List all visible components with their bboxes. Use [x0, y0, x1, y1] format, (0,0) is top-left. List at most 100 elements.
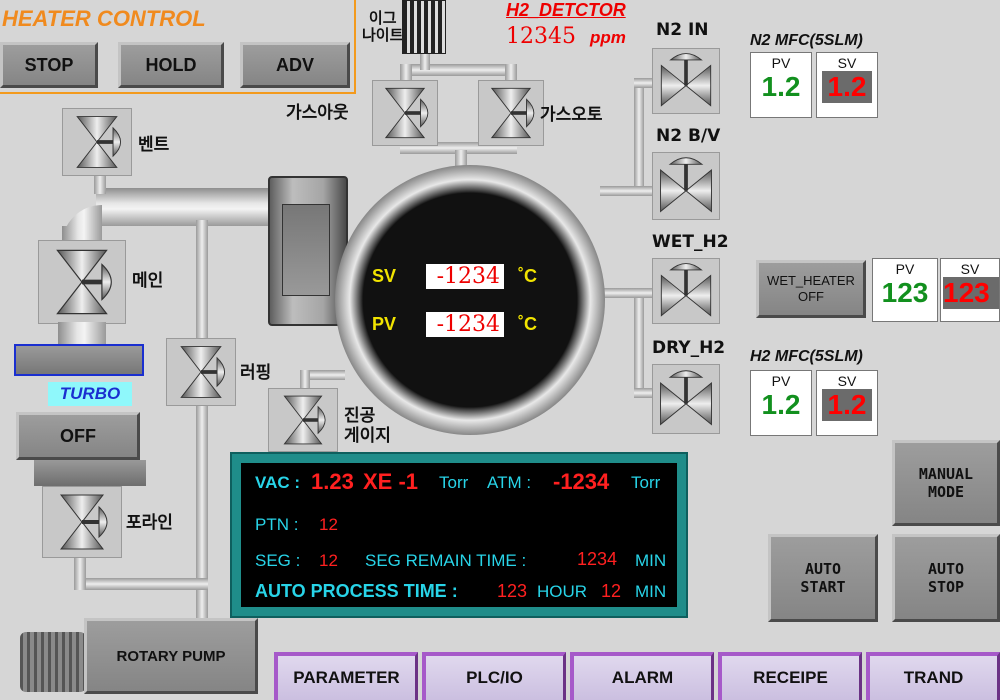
h2-detector-title: H2_DETCTOR: [506, 0, 626, 20]
valve-icon: [39, 241, 125, 323]
right-pipe-n2in: [634, 78, 654, 88]
foreline-valve[interactable]: [42, 486, 122, 558]
seg-remain-unit: MIN: [635, 551, 667, 570]
roughing-valve[interactable]: [166, 338, 236, 406]
h2-mfc-pv-value: 1.2: [761, 389, 801, 420]
status-panel: VAC : 1.23 XE -1 Torr ATM : -1234 Torr P…: [230, 452, 688, 618]
auto-min-value: 12: [601, 581, 622, 601]
nav-parameter[interactable]: PARAMETER: [274, 652, 418, 700]
turbo-label: TURBO: [48, 382, 132, 406]
igniter-icon: [402, 0, 446, 54]
valve-icon: [653, 259, 719, 323]
n2-mfc-sv-box[interactable]: SV 1.2: [816, 52, 878, 118]
auto-hour-value: 123: [497, 581, 528, 601]
h2-mfc-sv-box[interactable]: SV 1.2: [816, 370, 878, 436]
h2-mfc-title: H2 MFC(5SLM): [750, 348, 863, 365]
vac-exponent: XE -1: [363, 469, 419, 494]
nav-plc-io[interactable]: PLC/IO: [422, 652, 566, 700]
process-chamber: [335, 165, 605, 435]
seg-remain-value: 1234: [577, 549, 618, 569]
nav-trand[interactable]: TRAND: [866, 652, 1000, 700]
chamber-pv-label: PV: [372, 314, 397, 334]
chamber-sv-label: SV: [372, 266, 397, 286]
heater-control-title: HEATER CONTROL: [2, 6, 206, 31]
h2-mfc-sv-value[interactable]: 1.2: [822, 389, 872, 421]
vacuum-gauge-valve[interactable]: [268, 388, 338, 452]
turbo-off-button[interactable]: OFF: [16, 412, 140, 460]
chamber-sv-unit: ˚C: [518, 266, 537, 286]
wet-heater-sv-value[interactable]: 123: [943, 277, 999, 309]
auto-min-unit: MIN: [635, 582, 667, 601]
vent-label: 벤트: [138, 135, 170, 155]
n2-mfc-pv-box: PV 1.2: [750, 52, 812, 118]
wet-heater-sv-box[interactable]: SV 123: [940, 258, 1000, 322]
atm-unit: Torr: [631, 473, 661, 492]
roughing-pipe: [196, 220, 208, 600]
chamber-port-window: [282, 204, 330, 296]
valve-icon: [479, 81, 543, 145]
wet-heater-pv-value: 123: [881, 277, 929, 308]
h2-detector-value: 12345: [506, 24, 576, 49]
chamber-pv-unit: ˚C: [518, 314, 537, 334]
main-label: 메인: [132, 271, 164, 291]
ptn-label: PTN :: [255, 515, 299, 534]
auto-process-label: AUTO PROCESS TIME :: [255, 581, 458, 601]
vent-valve[interactable]: [62, 108, 132, 176]
n2-mfc-sv-caption: SV: [837, 55, 857, 71]
n2-bv-valve[interactable]: [652, 152, 720, 220]
right-pipe-n2bv: [600, 186, 654, 196]
wet-h2-label: WET_H2: [652, 232, 729, 252]
status-display: VAC : 1.23 XE -1 Torr ATM : -1234 Torr P…: [241, 463, 677, 607]
gas-out-right-label: 가스오토: [540, 105, 603, 125]
heater-adv-button[interactable]: ADV: [240, 42, 350, 88]
n2-mfc-title: N2 MFC(5SLM): [750, 32, 863, 49]
main-valve[interactable]: [38, 240, 126, 324]
turbo-base: [34, 460, 146, 486]
valve-icon: [167, 339, 235, 405]
valve-icon: [653, 49, 719, 113]
wet-heater-sv-caption: SV: [960, 261, 980, 277]
nav-receipe[interactable]: RECEIPE: [718, 652, 862, 700]
wet-heater-pv-caption: PV: [895, 261, 915, 277]
foreline-pipe-bottom: [80, 578, 208, 590]
valve-icon: [269, 389, 337, 451]
n2-mfc-pv-value: 1.2: [761, 71, 801, 102]
turbo-neck: [58, 322, 106, 346]
auto-stop-button[interactable]: AUTO STOP: [892, 534, 1000, 622]
n2-mfc-sv-value[interactable]: 1.2: [822, 71, 872, 103]
gas-out-right-valve[interactable]: [478, 80, 544, 146]
vac-value: 1.23: [311, 469, 354, 494]
heater-stop-button[interactable]: STOP: [0, 42, 98, 88]
chamber-sv-value: -1234: [426, 264, 504, 289]
gas-out-left-valve[interactable]: [372, 80, 438, 146]
seg-label: SEG :: [255, 551, 301, 570]
n2-in-valve[interactable]: [652, 48, 720, 114]
rotary-pipe: [196, 590, 208, 620]
foreline-label: 포라인: [126, 513, 173, 533]
dry-h2-label: DRY_H2: [652, 338, 726, 358]
h2-mfc-pv-caption: PV: [771, 373, 791, 389]
n2-mfc-pv-caption: PV: [771, 55, 791, 71]
auto-hour-unit: HOUR: [537, 582, 588, 601]
manual-mode-button[interactable]: MANUAL MODE: [892, 440, 1000, 526]
rotary-pump-button[interactable]: ROTARY PUMP: [84, 618, 258, 694]
ptn-value: 12: [319, 515, 338, 534]
valve-icon: [373, 81, 437, 145]
gas-out-left-label: 가스아웃: [286, 103, 349, 123]
wet-h2-valve[interactable]: [652, 258, 720, 324]
right-pipe-dry: [634, 388, 654, 398]
valve-icon: [63, 109, 131, 175]
valve-icon: [653, 153, 719, 219]
heater-hold-button[interactable]: HOLD: [118, 42, 224, 88]
vac-label: VAC :: [255, 473, 301, 492]
igniter-label: 이그 나이트: [362, 9, 404, 44]
h2-detector-unit: ppm: [590, 28, 626, 47]
gas-pipe-top: [400, 64, 510, 76]
nav-alarm[interactable]: ALARM: [570, 652, 714, 700]
wet-heater-pv-box: PV 123: [872, 258, 938, 322]
dry-h2-valve[interactable]: [652, 364, 720, 434]
auto-start-button[interactable]: AUTO START: [768, 534, 878, 622]
seg-value: 12: [319, 551, 338, 570]
wet-heater-button[interactable]: WET_HEATER OFF: [756, 260, 866, 318]
main-pipe-horizontal: [96, 188, 276, 226]
